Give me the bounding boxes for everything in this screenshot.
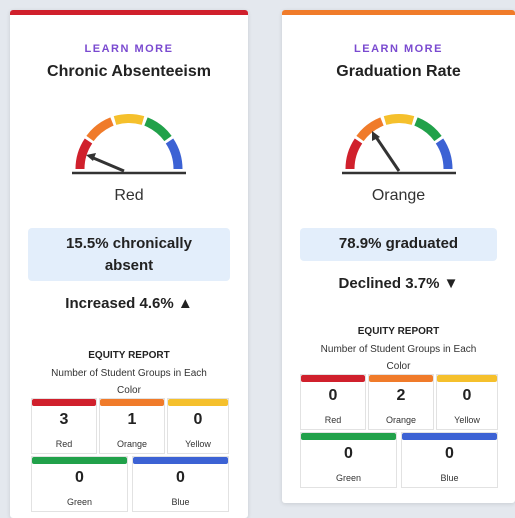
group-count: 0	[462, 387, 472, 404]
color-swatch-yellow	[168, 399, 228, 406]
learn-more-link[interactable]: LEARN MORE	[282, 43, 515, 55]
equity-report-title: EQUITY REPORT	[357, 326, 440, 337]
color-swatch-blue	[133, 457, 228, 464]
color-swatch-blue	[402, 433, 497, 440]
group-label: Blue	[171, 497, 190, 507]
group-cell-blue: 0 Blue	[401, 432, 498, 488]
color-swatch-red	[301, 375, 365, 382]
equity-report-description: Number of Student Groups in Each Color	[294, 341, 503, 375]
group-count: 0	[328, 387, 338, 404]
group-count: 0	[176, 469, 185, 486]
card-color-bar	[10, 10, 248, 15]
color-swatch-orange	[100, 399, 164, 406]
graduation-rate-card: LEARN MORE Graduation Rate Orange 78.9% …	[282, 10, 515, 503]
color-swatch-green	[32, 457, 127, 464]
metric-value-line2: absent	[104, 257, 154, 274]
equity-desc-line2: Color	[117, 385, 141, 396]
color-swatch-red	[32, 399, 96, 406]
group-count: 0	[75, 469, 84, 486]
group-label: Yellow	[185, 439, 211, 449]
group-count: 0	[193, 411, 203, 428]
group-cell-blue: 0 Blue	[132, 456, 229, 512]
group-cell-green: 0 Green	[31, 456, 128, 512]
equity-report-description: Number of Student Groups in Each Color	[22, 365, 236, 399]
learn-more-link[interactable]: LEARN MORE	[10, 43, 248, 55]
group-label: Orange	[116, 439, 148, 449]
group-label: Red	[55, 439, 73, 449]
metric-value-box: 15.5% chronically absent	[28, 228, 230, 281]
equity-desc-line1: Number of Student Groups in Each	[320, 344, 477, 355]
group-label: Green	[66, 497, 92, 507]
group-label: Red	[324, 415, 342, 425]
metric-value-line1: 78.9% graduated	[338, 235, 459, 252]
group-count: 1	[127, 411, 137, 428]
gauge-status-label: Orange	[371, 187, 426, 204]
group-label: Yellow	[454, 415, 480, 425]
group-cell-red: 0 Red	[300, 374, 366, 430]
color-swatch-orange	[369, 375, 433, 382]
group-cell-green: 0 Green	[300, 432, 397, 488]
group-cell-yellow: 0 Yellow	[167, 398, 229, 454]
card-color-bar	[282, 10, 515, 15]
chronic-absenteeism-card: LEARN MORE Chronic Absenteeism Red 15.5%…	[10, 10, 248, 518]
metric-change: Increased 4.6% ▲	[65, 295, 193, 312]
metric-value-box: 78.9% graduated	[300, 228, 497, 261]
group-count: 0	[344, 445, 353, 462]
card-title: Graduation Rate	[336, 63, 461, 80]
color-swatch-green	[301, 433, 396, 440]
color-swatch-yellow	[437, 375, 497, 382]
gauge-icon	[341, 114, 456, 175]
equity-report-title: EQUITY REPORT	[88, 350, 170, 361]
metric-change: Declined 3.7% ▼	[338, 275, 459, 292]
group-label: Orange	[385, 415, 417, 425]
equity-desc-line2: Color	[386, 361, 411, 372]
group-count: 0	[445, 445, 454, 462]
group-count: 2	[396, 387, 406, 404]
gauge-status-label: Red	[114, 187, 144, 204]
group-cell-yellow: 0 Yellow	[436, 374, 498, 430]
group-cell-orange: 2 Orange	[368, 374, 434, 430]
metric-value-line1: 15.5% chronically	[66, 235, 192, 252]
group-label: Green	[335, 473, 361, 483]
group-count: 3	[59, 411, 69, 428]
group-label: Blue	[440, 473, 459, 483]
group-cell-orange: 1 Orange	[99, 398, 165, 454]
group-cell-red: 3 Red	[31, 398, 97, 454]
gauge-icon	[72, 114, 186, 175]
equity-desc-line1: Number of Student Groups in Each	[51, 368, 207, 379]
card-title: Chronic Absenteeism	[47, 63, 211, 80]
